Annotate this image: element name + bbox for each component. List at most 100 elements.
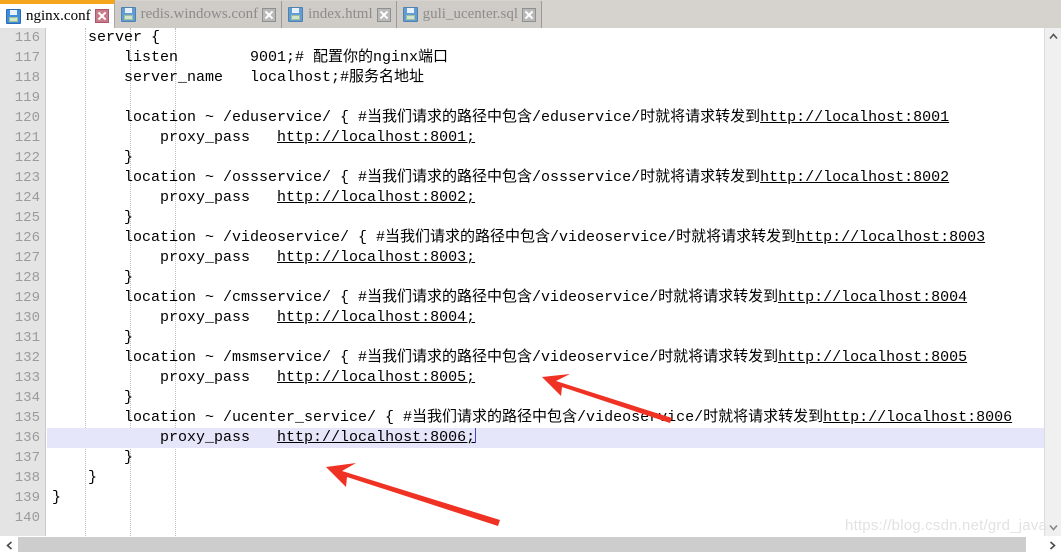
code-text: } [52,329,134,346]
url-link[interactable]: http://localhost:8001 [760,109,949,126]
line-number: 126 [14,230,40,246]
chevron-down-icon[interactable] [1045,519,1061,536]
code-text: proxy_pass [52,129,278,146]
code-line[interactable]: } [47,468,1044,488]
line-number: 124 [14,190,40,206]
code-text-area[interactable]: server { listen 9001;# 配置你的nginx端口 serve… [47,28,1044,536]
code-line[interactable]: location ~ /ossservice/ { #当我们请求的路径中包含/o… [47,168,1044,188]
tab-guli-ucenter-sql[interactable]: guli_ucenter.sql [396,1,543,28]
line-number: 138 [14,470,40,486]
code-text: } [52,209,134,226]
url-link[interactable]: http://localhost:8002; [277,189,475,206]
text-caret [475,428,477,443]
code-line[interactable]: proxy_pass http://localhost:8002; [47,188,1044,208]
save-disk-icon [120,7,136,22]
url-link[interactable]: http://localhost:8006 [823,409,1012,426]
line-number: 139 [14,490,40,506]
code-line[interactable]: proxy_pass http://localhost:8004; [47,308,1044,328]
code-line[interactable]: proxy_pass http://localhost:8001; [47,128,1044,148]
line-number: 127 [14,250,40,266]
line-number: 118 [14,70,40,86]
line-number: 133 [14,370,40,386]
horizontal-scrollbar-thumb[interactable] [18,537,1026,552]
code-line[interactable]: location ~ /msmservice/ { #当我们请求的路径中包含/v… [47,348,1044,368]
chevron-up-icon[interactable] [1045,28,1061,45]
url-link[interactable]: http://localhost:8005; [277,369,475,386]
code-line[interactable]: server { [47,28,1044,48]
code-text: location ~ /ossservice/ { #当我们请求的路径中包含/o… [52,169,761,186]
url-link[interactable]: http://localhost:8004; [277,309,475,326]
url-link[interactable]: http://localhost:8003 [796,229,985,246]
close-icon[interactable] [522,7,537,22]
horizontal-scrollbar[interactable] [0,536,1061,554]
code-text: } [52,389,134,406]
code-text: } [52,469,98,486]
line-number: 120 [14,110,40,126]
url-link[interactable]: http://localhost:8002 [760,169,949,186]
close-icon[interactable] [262,7,277,22]
save-disk-icon [6,8,21,24]
url-link[interactable]: http://localhost:8006; [277,429,475,446]
code-line[interactable]: location ~ /videoservice/ { #当我们请求的路径中包含… [47,228,1044,248]
code-line[interactable]: } [47,208,1044,228]
line-number: 121 [14,130,40,146]
code-line[interactable]: server_name localhost;#服务名地址 [47,68,1044,88]
code-line[interactable]: proxy_pass http://localhost:8006; [47,428,1044,448]
line-number: 116 [14,30,40,46]
line-number: 134 [14,390,40,406]
line-number: 123 [14,170,40,186]
vertical-scrollbar[interactable] [1044,28,1061,536]
line-number: 119 [14,90,40,106]
editor-pane[interactable]: 116 117 118 119 120 121 122 123 124 125 126 127 128 1… [0,28,1061,536]
code-line[interactable]: } [47,448,1044,468]
code-text: } [52,489,62,506]
chevron-left-icon[interactable] [0,536,18,554]
watermark: https://blog.csdn.net/grd_java [845,517,1047,534]
save-disk-icon [288,7,304,22]
code-line[interactable]: } [47,148,1044,168]
code-line[interactable]: } [47,388,1044,408]
save-disk-icon [402,7,418,22]
tab-label: index.html [308,6,373,22]
code-text: location ~ /ucenter_service/ { #当我们请求的路径… [52,409,824,426]
code-line[interactable]: proxy_pass http://localhost:8005; [47,368,1044,388]
tab-nginx-conf[interactable]: nginx.conf [0,0,115,28]
url-link[interactable]: http://localhost:8001; [277,129,475,146]
code-line[interactable]: location ~ /eduservice/ { #当我们请求的路径中包含/e… [47,108,1044,128]
chevron-right-icon[interactable] [1043,536,1061,554]
code-line[interactable]: listen 9001;# 配置你的nginx端口 [47,48,1044,68]
tab-index-html[interactable]: index.html [282,1,397,28]
code-line[interactable]: location ~ /cmsservice/ { #当我们请求的路径中包含/v… [47,288,1044,308]
editor-window: nginx.conf redis.windows.conf index.html gu… [0,0,1061,554]
tab-label: redis.windows.conf [140,6,259,22]
code-line[interactable]: location ~ /ucenter_service/ { #当我们请求的路径… [47,408,1044,428]
code-line[interactable]: } [47,268,1044,288]
url-link[interactable]: http://localhost:8005 [778,349,967,366]
tab-redis-windows-conf[interactable]: redis.windows.conf [114,1,283,28]
code-text: } [52,149,134,166]
code-line[interactable]: proxy_pass http://localhost:8003; [47,248,1044,268]
code-line[interactable]: } [47,488,1044,508]
line-number: 132 [14,350,40,366]
close-icon[interactable] [94,9,109,23]
code-line[interactable] [47,88,1044,108]
code-line[interactable]: } [47,328,1044,348]
url-link[interactable]: http://localhost:8004 [778,289,967,306]
close-icon[interactable] [376,7,391,22]
line-number: 125 [14,210,40,226]
line-number: 128 [14,270,40,286]
code-text: proxy_pass [52,429,278,446]
line-number: 129 [14,290,40,306]
tab-label: nginx.conf [26,7,91,24]
line-number: 130 [14,310,40,326]
code-text: } [52,269,134,286]
code-text: location ~ /msmservice/ { #当我们请求的路径中包含/v… [52,349,779,366]
code-text: listen 9001;# 配置你的nginx端口 [52,49,449,66]
url-link[interactable]: http://localhost:8003; [277,249,475,266]
tab-bar: nginx.conf redis.windows.conf index.html gu… [0,0,1061,28]
line-number: 117 [14,50,40,66]
line-number: 140 [14,510,40,526]
tab-label: guli_ucenter.sql [422,6,519,22]
code-text: server { [52,29,161,46]
code-text: proxy_pass [52,309,278,326]
